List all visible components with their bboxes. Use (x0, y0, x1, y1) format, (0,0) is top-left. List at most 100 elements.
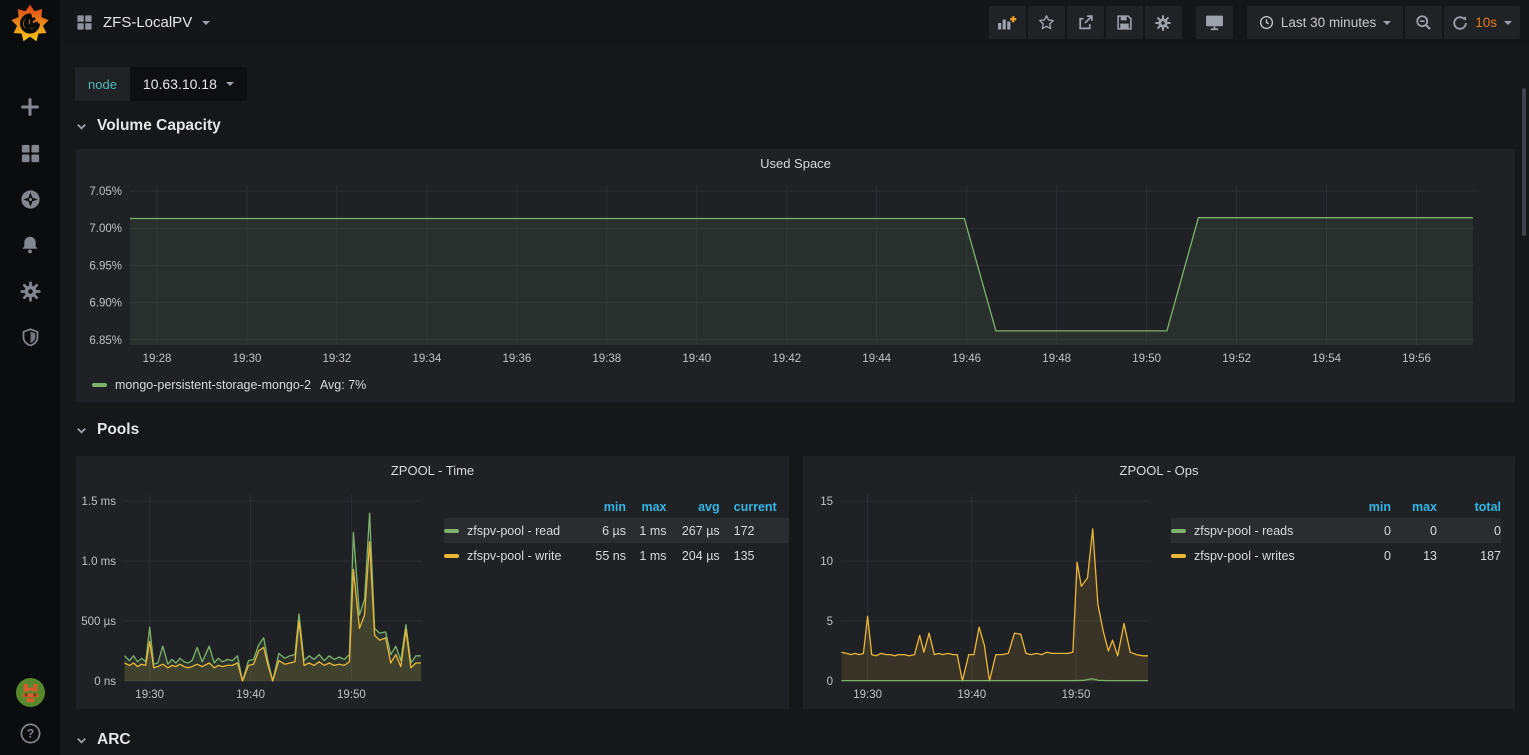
svg-text:6.85%: 6.85% (89, 335, 122, 347)
zoom-out-icon (1415, 14, 1432, 31)
series-label[interactable]: zfspv-pool - read (467, 524, 560, 538)
dashboard-settings-button[interactable] (1145, 6, 1182, 39)
save-icon (1116, 14, 1133, 31)
svg-text:19:32: 19:32 (323, 353, 352, 365)
legend-col-avg[interactable]: avg (667, 496, 720, 518)
legend-value: 6 µs (581, 518, 626, 543)
legend-value: 135 (720, 543, 789, 568)
side-menu: ? (0, 0, 60, 755)
series-marker (444, 554, 459, 558)
add-panel-button[interactable] (989, 6, 1026, 39)
dashboards-icon[interactable] (18, 141, 42, 165)
legend-col-max[interactable]: max (626, 496, 667, 518)
svg-text:0: 0 (827, 676, 833, 688)
zoom-out-time-button[interactable] (1405, 6, 1442, 39)
svg-text:19:30: 19:30 (135, 689, 164, 701)
share-dashboard-button[interactable] (1067, 6, 1104, 39)
svg-text:19:54: 19:54 (1312, 353, 1341, 365)
svg-text:1.0 ms: 1.0 ms (81, 556, 116, 568)
svg-text:19:40: 19:40 (236, 689, 265, 701)
legend-value: 204 µs (667, 543, 720, 568)
svg-text:19:38: 19:38 (592, 353, 621, 365)
legend-value: 187 (1437, 543, 1501, 568)
svg-text:10: 10 (820, 556, 833, 568)
used-space-graph[interactable]: 6.85%6.90%6.95%7.00%7.05%19:2819:3019:32… (84, 177, 1507, 371)
legend-value: 55 ns (581, 543, 626, 568)
svg-text:500 µs: 500 µs (81, 616, 116, 628)
zpool-time-graph[interactable]: 0 ns500 µs1.0 ms1.5 ms19:3019:4019:50 (76, 484, 432, 708)
panel-zpool-ops: ZPOOL - Ops 05101519:3019:4019:50 min ma… (802, 455, 1516, 710)
create-plus-icon[interactable] (18, 95, 42, 119)
series-marker (444, 529, 459, 533)
section-volume-capacity[interactable]: Volume Capacity (75, 112, 1516, 140)
section-pools[interactable]: Pools (75, 416, 1516, 444)
panel-title-zpool-ops[interactable]: ZPOOL - Ops (803, 456, 1515, 484)
legend-value: 0 (1336, 543, 1391, 568)
svg-text:19:40: 19:40 (682, 353, 711, 365)
grafana-logo-icon[interactable] (9, 2, 51, 49)
chevron-down-icon (75, 424, 88, 437)
legend-value: 0 (1336, 518, 1391, 543)
variable-caret-icon (226, 82, 234, 86)
cycle-view-mode-button[interactable] (1196, 6, 1233, 39)
svg-text:19:44: 19:44 (862, 353, 891, 365)
zpool-ops-graph[interactable]: 05101519:3019:4019:50 (811, 484, 1159, 708)
legend-row-write: zfspv-pool - write 55 ns 1 ms 204 µs 135 (444, 543, 789, 568)
svg-text:19:48: 19:48 (1042, 353, 1071, 365)
legend-row-read: zfspv-pool - read 6 µs 1 ms 267 µs 172 (444, 518, 789, 543)
legend-col-current[interactable]: current (720, 496, 789, 518)
svg-text:19:42: 19:42 (772, 353, 801, 365)
legend-row-writes: zfspv-pool - writes 0 13 187 (1171, 543, 1501, 568)
section-title: ARC (97, 731, 131, 749)
page-scrollbar-thumb[interactable] (1522, 88, 1526, 236)
svg-text:19:30: 19:30 (233, 353, 262, 365)
variable-node-value: 10.63.10.18 (143, 76, 217, 92)
refresh-caret-icon (1504, 21, 1512, 25)
add-panel-icon (997, 14, 1017, 31)
legend-header-row: min max total (1171, 496, 1501, 518)
legend-value: 172 (720, 518, 789, 543)
svg-text:5: 5 (827, 616, 833, 628)
configuration-gear-icon[interactable] (18, 279, 42, 303)
series-label[interactable]: zfspv-pool - writes (1194, 549, 1295, 563)
legend-value: 0 (1437, 518, 1501, 543)
title-caret-icon (202, 21, 210, 25)
section-arc[interactable]: ARC (75, 726, 1516, 754)
svg-text:19:50: 19:50 (1062, 689, 1091, 701)
legend-value: 1 ms (626, 543, 667, 568)
legend-value: 267 µs (667, 518, 720, 543)
dashboard-grid-icon (76, 14, 93, 31)
user-avatar[interactable] (15, 677, 46, 708)
explore-compass-icon[interactable] (18, 187, 42, 211)
refresh-icon (1452, 15, 1468, 31)
time-range-caret-icon (1383, 21, 1391, 25)
legend-col-min[interactable]: min (1336, 496, 1391, 518)
dashboard-title-button[interactable]: ZFS-LocalPV (76, 14, 210, 31)
panel-title-used-space[interactable]: Used Space (76, 149, 1515, 177)
series-label[interactable]: mongo-persistent-storage-mongo-2 (115, 378, 311, 392)
svg-text:0 ns: 0 ns (94, 676, 116, 688)
series-marker (1171, 529, 1186, 533)
variable-node-label: node (75, 67, 130, 101)
chevron-down-icon (75, 734, 88, 747)
time-range-picker[interactable]: Last 30 minutes (1247, 6, 1403, 39)
legend-col-min[interactable]: min (581, 496, 626, 518)
series-label[interactable]: zfspv-pool - reads (1194, 524, 1293, 538)
refresh-interval-label: 10s (1475, 15, 1497, 30)
star-dashboard-button[interactable] (1028, 6, 1065, 39)
time-range-label: Last 30 minutes (1281, 15, 1376, 30)
refresh-picker[interactable]: 10s (1444, 6, 1520, 39)
alerting-bell-icon[interactable] (18, 233, 42, 257)
legend-col-total[interactable]: total (1437, 496, 1501, 518)
variable-node-select[interactable]: 10.63.10.18 (130, 67, 247, 101)
panel-title-zpool-time[interactable]: ZPOOL - Time (76, 456, 789, 484)
series-label[interactable]: zfspv-pool - write (467, 549, 561, 563)
svg-text:19:50: 19:50 (337, 689, 366, 701)
server-admin-shield-icon[interactable] (18, 325, 42, 349)
series-marker (92, 383, 107, 387)
zpool-time-legend: min max avg current zfspv-pool - read (432, 484, 789, 709)
save-dashboard-button[interactable] (1106, 6, 1143, 39)
legend-value: 13 (1391, 543, 1437, 568)
legend-col-max[interactable]: max (1391, 496, 1437, 518)
help-icon[interactable]: ? (18, 721, 42, 745)
